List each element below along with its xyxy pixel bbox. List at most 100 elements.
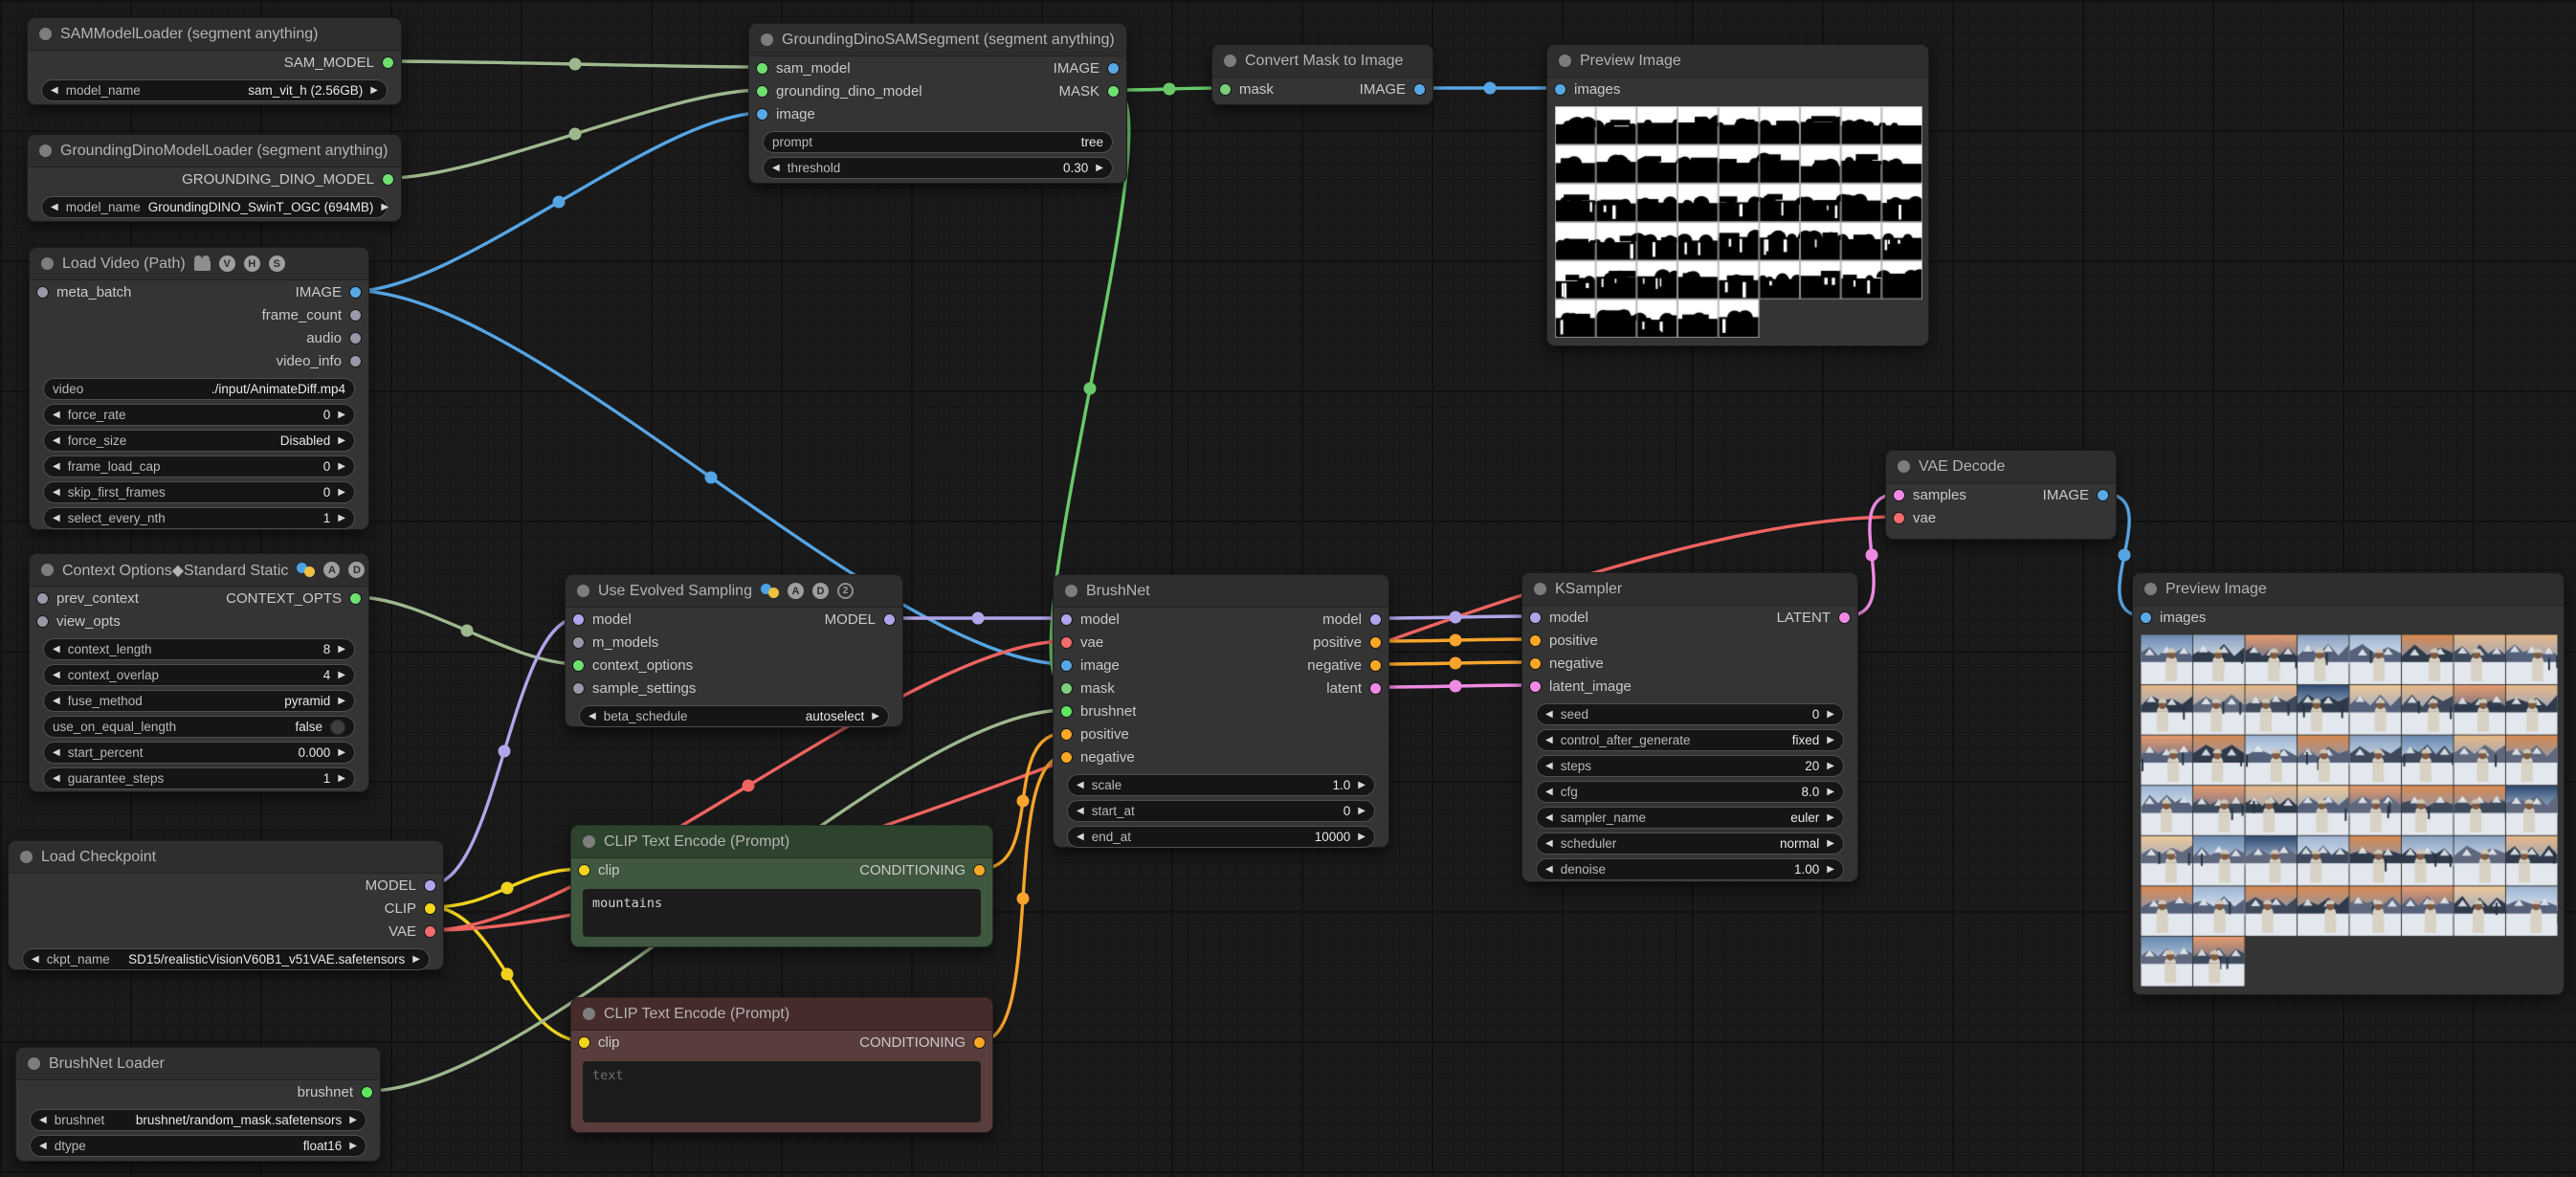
node-graph-canvas[interactable]: SAMModelLoader (segment anything)SAM_MOD… <box>0 0 2576 1177</box>
collapse-dot[interactable] <box>2144 583 2157 595</box>
widget-right-arrow[interactable]: ▶ <box>1827 839 1834 849</box>
widget-right-arrow[interactable]: ▶ <box>872 712 879 722</box>
widget-model_name[interactable]: ◀model_namesam_vit_h (2.56GB)▶ <box>41 79 388 101</box>
widget-frame_load_cap[interactable]: ◀frame_load_cap0▶ <box>43 455 355 477</box>
widget-prompt[interactable]: prompttree <box>763 131 1113 153</box>
widget-right-arrow[interactable]: ▶ <box>338 488 345 498</box>
node-vae_decode[interactable]: VAE DecodesamplesvaeIMAGE <box>1885 450 2117 540</box>
widget-right-arrow[interactable]: ▶ <box>338 774 345 784</box>
port-dot[interactable] <box>37 287 48 298</box>
output-port-MODEL[interactable]: MODEL <box>366 874 435 897</box>
port-dot[interactable] <box>1220 84 1231 95</box>
output-port-CONDITIONING[interactable]: CONDITIONING <box>859 858 985 881</box>
input-port-samples[interactable]: samples <box>1894 483 1966 506</box>
input-port-positive[interactable]: positive <box>1530 629 1598 652</box>
widget-left-arrow[interactable]: ◀ <box>1545 736 1553 745</box>
widget-guarantee_steps[interactable]: ◀guarantee_steps1▶ <box>43 767 355 789</box>
output-port-SAM_MODEL[interactable]: SAM_MODEL <box>284 51 393 74</box>
widget-left-arrow[interactable]: ◀ <box>53 697 60 706</box>
widget-force_size[interactable]: ◀force_sizeDisabled▶ <box>43 430 355 452</box>
widget-left-arrow[interactable]: ◀ <box>772 164 780 173</box>
port-dot[interactable] <box>1555 84 1566 95</box>
input-port-positive[interactable]: positive <box>1061 722 1129 745</box>
input-port-grounding_dino_model[interactable]: grounding_dino_model <box>757 79 922 102</box>
widget-left-arrow[interactable]: ◀ <box>1077 833 1084 842</box>
widget-left-arrow[interactable]: ◀ <box>1077 807 1084 816</box>
port-dot[interactable] <box>1530 681 1541 692</box>
input-port-clip[interactable]: clip <box>579 858 620 881</box>
node-clip_neg[interactable]: CLIP Text Encode (Prompt)clipCONDITIONIN… <box>570 997 993 1133</box>
port-dot[interactable] <box>425 903 435 914</box>
node-dino_sam[interactable]: GroundingDinoSAMSegment (segment anythin… <box>748 23 1127 184</box>
widget-right-arrow[interactable]: ▶ <box>338 671 345 680</box>
prompt-textarea[interactable]: mountains <box>583 889 981 937</box>
widget-left-arrow[interactable]: ◀ <box>51 203 58 212</box>
port-dot[interactable] <box>350 310 361 321</box>
port-dot[interactable] <box>573 614 584 625</box>
port-dot[interactable] <box>1061 706 1072 717</box>
input-port-sam_model[interactable]: sam_model <box>757 56 851 79</box>
output-port-positive[interactable]: positive <box>1313 631 1381 654</box>
output-port-IMAGE[interactable]: IMAGE <box>1360 78 1425 100</box>
port-dot[interactable] <box>362 1087 372 1098</box>
widget-steps[interactable]: ◀steps20▶ <box>1536 755 1844 777</box>
port-dot[interactable] <box>1061 752 1072 763</box>
port-dot[interactable] <box>425 880 435 891</box>
collapse-dot[interactable] <box>583 1008 595 1020</box>
widget-right-arrow[interactable]: ▶ <box>1827 710 1834 720</box>
port-dot[interactable] <box>1894 490 1904 500</box>
prompt-textarea[interactable]: text <box>583 1061 981 1122</box>
output-port-model[interactable]: model <box>1322 608 1381 631</box>
port-dot[interactable] <box>884 614 895 625</box>
widget-left-arrow[interactable]: ◀ <box>1545 865 1553 875</box>
node-convert_mask[interactable]: Convert Mask to ImagemaskIMAGE <box>1211 44 1433 105</box>
widget-right-arrow[interactable]: ▶ <box>412 955 420 965</box>
widget-right-arrow[interactable]: ▶ <box>338 436 345 446</box>
input-port-prev_context[interactable]: prev_context <box>37 587 139 610</box>
port-dot[interactable] <box>573 637 584 648</box>
widget-brushnet[interactable]: ◀brushnetbrushnet/random_mask.safetensor… <box>30 1109 366 1131</box>
port-dot[interactable] <box>1530 658 1541 669</box>
collapse-dot[interactable] <box>20 851 33 863</box>
input-port-model[interactable]: model <box>1530 606 1588 629</box>
input-port-model[interactable]: model <box>573 608 632 631</box>
output-port-LATENT[interactable]: LATENT <box>1777 606 1850 629</box>
port-dot[interactable] <box>350 593 361 604</box>
collapse-dot[interactable] <box>39 28 52 40</box>
widget-left-arrow[interactable]: ◀ <box>53 488 60 498</box>
widget-right-arrow[interactable]: ▶ <box>338 514 345 523</box>
output-port-CLIP[interactable]: CLIP <box>385 897 435 920</box>
port-dot[interactable] <box>1061 660 1072 671</box>
widget-denoise[interactable]: ◀denoise1.00▶ <box>1536 858 1844 880</box>
input-port-vae[interactable]: vae <box>1894 506 1936 529</box>
port-dot[interactable] <box>1530 635 1541 646</box>
input-port-view_opts[interactable]: view_opts <box>37 610 121 633</box>
collapse-dot[interactable] <box>28 1057 40 1070</box>
input-port-mask[interactable]: mask <box>1220 78 1274 100</box>
port-dot[interactable] <box>1370 660 1381 671</box>
widget-left-arrow[interactable]: ◀ <box>1545 788 1553 797</box>
port-dot[interactable] <box>350 356 361 366</box>
widget-left-arrow[interactable]: ◀ <box>1545 710 1553 720</box>
widget-left-arrow[interactable]: ◀ <box>1545 813 1553 823</box>
widget-right-arrow[interactable]: ▶ <box>1096 164 1103 173</box>
widget-scale[interactable]: ◀scale1.0▶ <box>1067 774 1375 796</box>
input-port-mask[interactable]: mask <box>1061 677 1115 700</box>
port-dot[interactable] <box>425 926 435 937</box>
collapse-dot[interactable] <box>41 257 54 270</box>
collapse-dot[interactable] <box>1534 583 1546 595</box>
output-port-video_info[interactable]: video_info <box>277 349 361 372</box>
port-dot[interactable] <box>573 660 584 671</box>
node-sam_loader[interactable]: SAMModelLoader (segment anything)SAM_MOD… <box>27 17 402 105</box>
port-dot[interactable] <box>1530 612 1541 623</box>
input-port-vae[interactable]: vae <box>1061 631 1103 654</box>
port-dot[interactable] <box>573 683 584 694</box>
widget-right-arrow[interactable]: ▶ <box>338 645 345 655</box>
widget-left-arrow[interactable]: ◀ <box>51 86 58 96</box>
input-port-image[interactable]: image <box>757 102 815 125</box>
port-dot[interactable] <box>1370 637 1381 648</box>
widget-context_overlap[interactable]: ◀context_overlap4▶ <box>43 664 355 686</box>
widget-force_rate[interactable]: ◀force_rate0▶ <box>43 404 355 426</box>
input-port-context_options[interactable]: context_options <box>573 654 693 677</box>
input-port-clip[interactable]: clip <box>579 1031 620 1054</box>
